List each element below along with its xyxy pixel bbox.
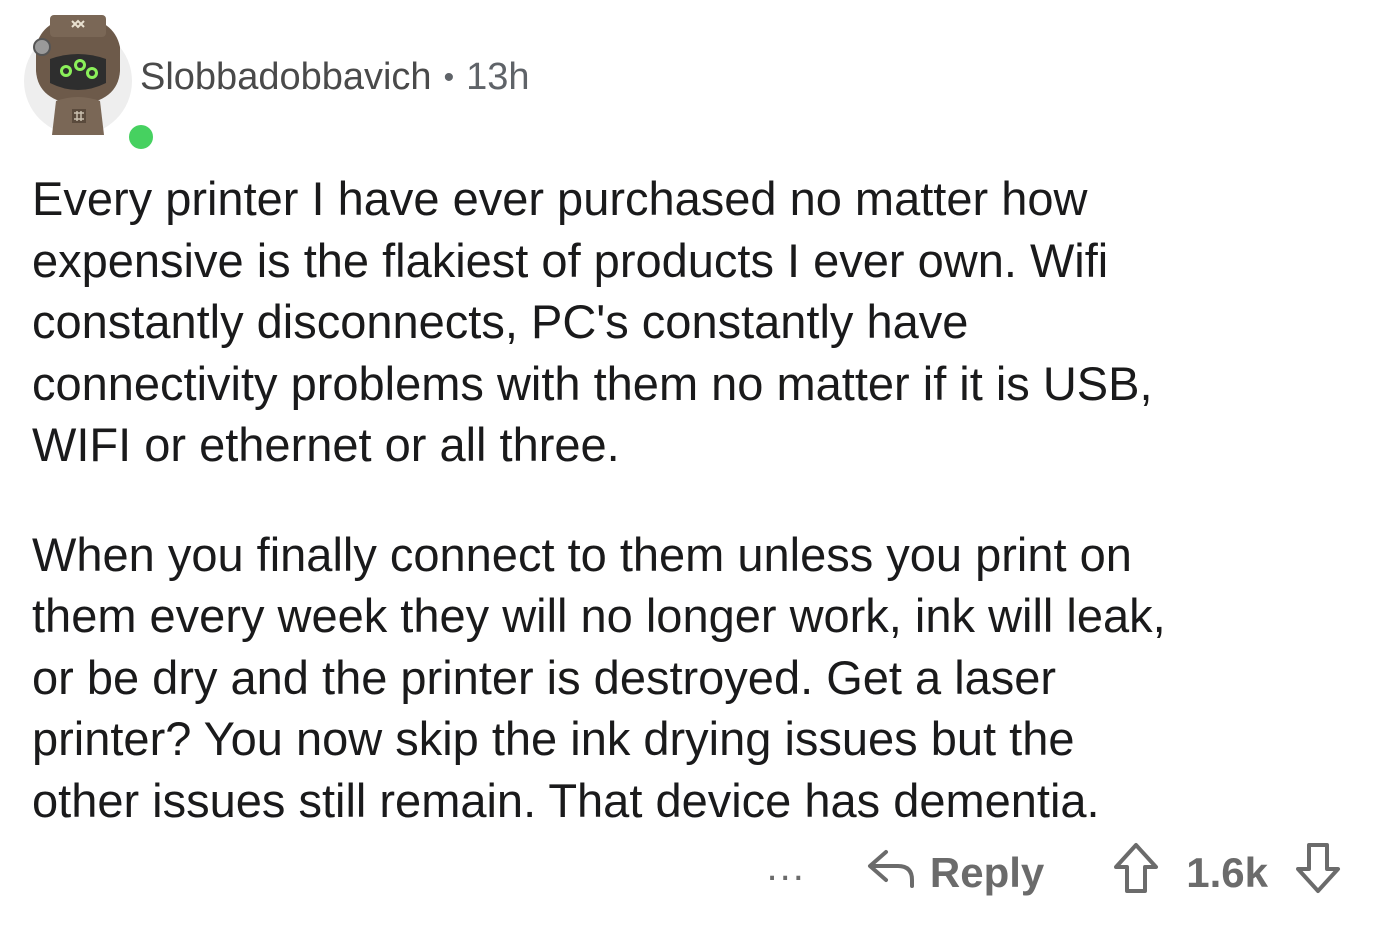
username-link[interactable]: Slobbadobbavich (140, 56, 432, 99)
more-options-button[interactable]: ... (767, 845, 806, 890)
comment: Slobbadobbavich • 13h Every printer I ha… (0, 0, 1390, 928)
downvote-arrow-icon[interactable] (1294, 841, 1342, 905)
comment-header (22, 10, 157, 153)
comment-body: Every printer I have ever purchased no m… (32, 168, 1352, 831)
comment-paragraph-2: When you finally connect to them unless … (32, 527, 1166, 827)
reply-label: Reply (929, 849, 1045, 896)
online-status-indicator (125, 121, 157, 153)
reply-arrow-icon (866, 846, 930, 900)
timestamp[interactable]: 13h (466, 56, 529, 99)
meta-separator: • (443, 60, 455, 94)
comment-paragraph-1: Every printer I have ever purchased no m… (32, 172, 1153, 471)
vote-score: 1.6k (1186, 849, 1268, 896)
comment-meta: Slobbadobbavich • 13h (140, 56, 530, 99)
reply-button[interactable]: Reply (866, 846, 1044, 900)
comment-action-bar: ... Reply 1.6k (767, 840, 1342, 906)
avatar[interactable] (22, 13, 157, 153)
vote-controls: 1.6k (1112, 841, 1342, 905)
avatar-image (24, 15, 132, 135)
upvote-arrow-icon[interactable] (1112, 841, 1160, 905)
